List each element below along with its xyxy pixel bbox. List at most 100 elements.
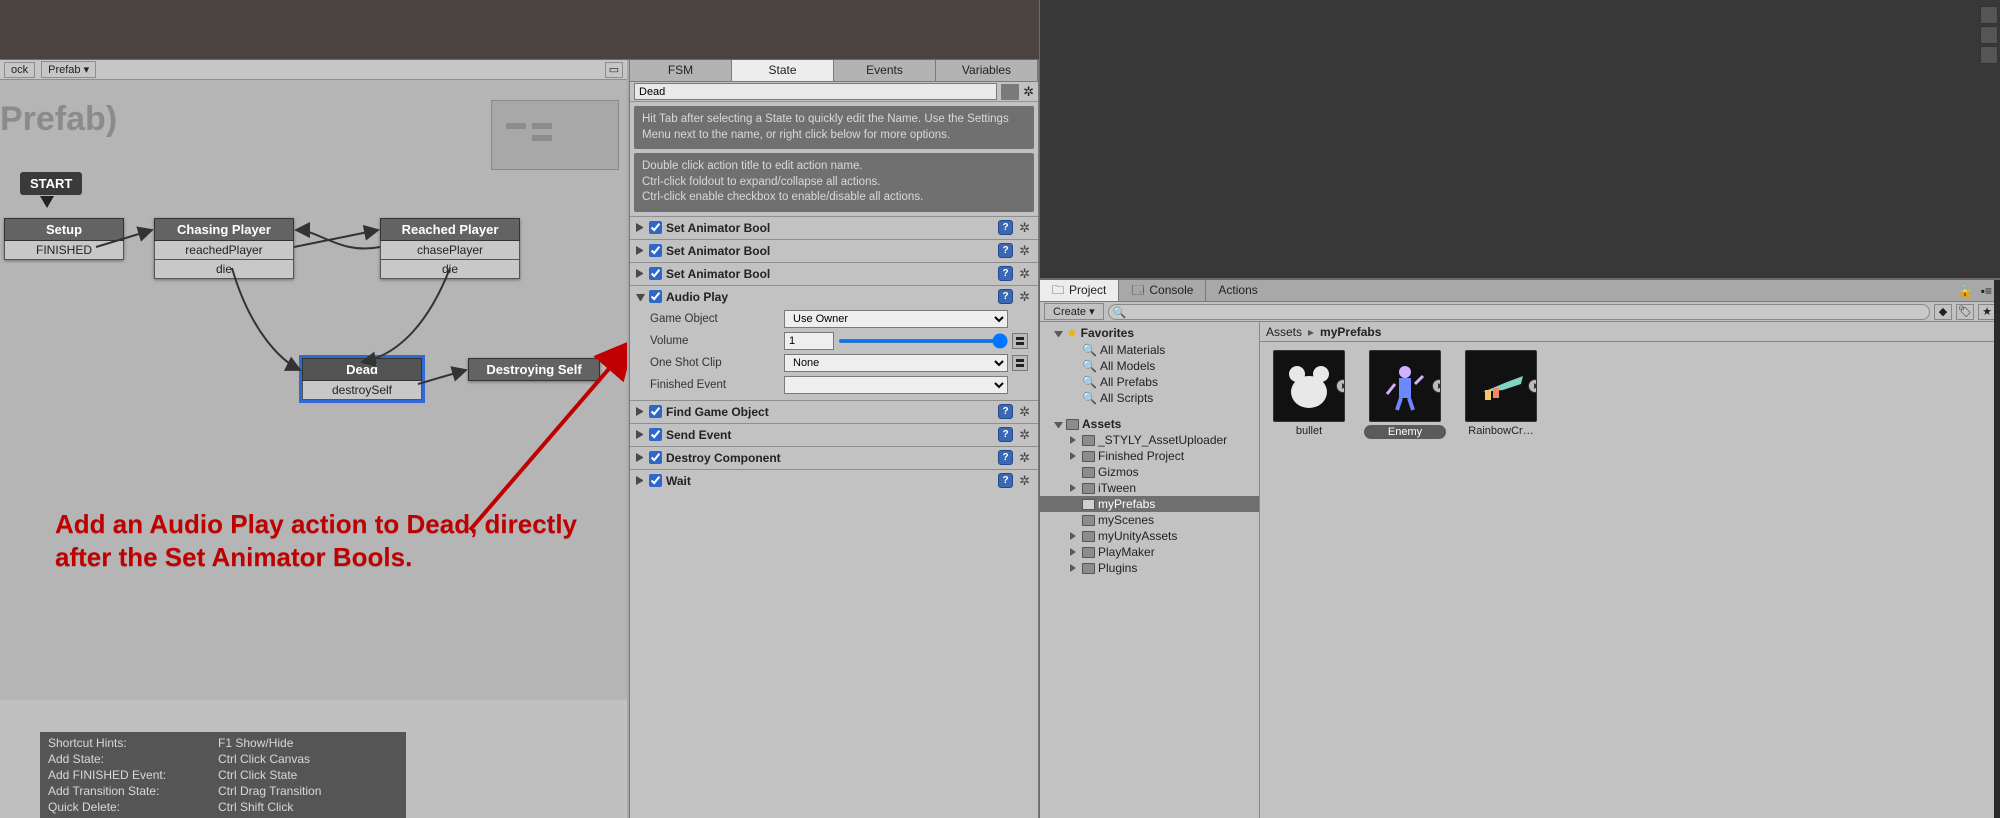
asset-thumbnail[interactable]: Enemy (1364, 350, 1446, 810)
fsm-canvas[interactable]: Prefab) START Setup FINISHED Chasing Pla… (0, 80, 627, 700)
start-node[interactable]: START (20, 172, 82, 195)
scene-tool-icon[interactable] (1980, 26, 1998, 44)
state-color-swatch[interactable] (1001, 84, 1019, 100)
panel-menu-icon[interactable]: ▪≡ (1977, 284, 1992, 298)
node-event[interactable]: destroySelf (302, 381, 422, 400)
tree-folder[interactable]: iTween (1040, 480, 1259, 496)
help-icon[interactable]: ? (998, 220, 1013, 235)
filter-by-type-icon[interactable]: ◆ (1934, 304, 1952, 320)
help-icon[interactable]: ? (998, 404, 1013, 419)
volume-slider[interactable] (838, 339, 1008, 343)
action-set-animator-bool[interactable]: Set Animator Bool ? ✲ (630, 239, 1038, 262)
help-icon[interactable]: ? (998, 427, 1013, 442)
tree-folder[interactable]: myUnityAssets (1040, 528, 1259, 544)
tree-folder[interactable]: myScenes (1040, 512, 1259, 528)
assets-header[interactable]: Assets (1040, 416, 1259, 432)
tree-folder[interactable]: _STYLY_AssetUploader (1040, 432, 1259, 448)
favorites-header[interactable]: ★ Favorites (1040, 324, 1259, 342)
tree-folder[interactable]: Gizmos (1040, 464, 1259, 480)
tree-folder[interactable]: Plugins (1040, 560, 1259, 576)
tab-fsm[interactable]: FSM (630, 60, 732, 81)
node-setup[interactable]: Setup FINISHED (4, 218, 124, 260)
gear-icon[interactable]: ✲ (1023, 84, 1034, 100)
var-toggle-icon[interactable]: 〓 (1012, 333, 1028, 349)
action-enable-checkbox[interactable] (649, 290, 662, 303)
node-event[interactable]: die (380, 260, 520, 279)
action-set-animator-bool[interactable]: Set Animator Bool ? ✲ (630, 262, 1038, 285)
breadcrumb[interactable]: Assets ▸ myPrefabs (1260, 322, 2000, 342)
graph-view-toggle-icon[interactable]: ▭ (605, 62, 623, 78)
game-object-dropdown[interactable]: Use Owner (784, 310, 1008, 328)
one-shot-clip-dropdown[interactable]: None (784, 354, 1008, 372)
foldout-icon[interactable] (636, 223, 645, 232)
help-icon[interactable]: ? (998, 266, 1013, 281)
help-icon[interactable]: ? (998, 289, 1013, 304)
project-search-input[interactable] (1108, 304, 1930, 320)
scene-tool-icon[interactable] (1980, 46, 1998, 64)
node-chasing-player[interactable]: Chasing Player reachedPlayer die (154, 218, 294, 279)
action-enable-checkbox[interactable] (649, 244, 662, 257)
prefab-dropdown[interactable]: Prefab ▾ (41, 61, 96, 78)
node-event[interactable]: chasePlayer (380, 241, 520, 260)
favorite-item[interactable]: 🔍All Scripts (1040, 390, 1259, 406)
node-destroying-self[interactable]: Destroying Self (468, 358, 600, 381)
breadcrumb-segment[interactable]: Assets (1266, 325, 1302, 339)
help-icon[interactable]: ? (998, 450, 1013, 465)
node-event[interactable]: reachedPlayer (154, 241, 294, 260)
tree-folder-myprefabs[interactable]: myPrefabs (1040, 496, 1259, 512)
foldout-icon[interactable] (636, 407, 645, 416)
gear-icon[interactable]: ✲ (1017, 243, 1032, 259)
var-toggle-icon[interactable]: 〓 (1012, 355, 1028, 371)
foldout-icon[interactable] (636, 453, 645, 462)
foldout-icon[interactable] (636, 430, 645, 439)
gear-icon[interactable]: ✲ (1017, 266, 1032, 282)
foldout-icon[interactable] (636, 269, 645, 278)
node-reached-player[interactable]: Reached Player chasePlayer die (380, 218, 520, 279)
tree-folder[interactable]: PlayMaker (1040, 544, 1259, 560)
action-enable-checkbox[interactable] (649, 451, 662, 464)
favorite-item[interactable]: 🔍All Materials (1040, 342, 1259, 358)
node-event[interactable]: die (154, 260, 294, 279)
volume-input[interactable] (784, 332, 834, 350)
minimap[interactable] (491, 100, 619, 170)
empty-scene-view[interactable] (1040, 0, 2000, 280)
scene-tool-icon[interactable] (1980, 6, 1998, 24)
asset-grid[interactable]: bullet Enemy Rainbow (1260, 342, 2000, 818)
lock-icon[interactable]: 🔒 (1958, 284, 1977, 298)
action-enable-checkbox[interactable] (649, 474, 662, 487)
action-destroy-component[interactable]: Destroy Component ? ✲ (630, 446, 1038, 469)
action-audio-play[interactable]: Audio Play ? ✲ Game Object Use Owner Vol… (630, 285, 1038, 400)
gear-icon[interactable]: ✲ (1017, 404, 1032, 420)
tree-folder[interactable]: Finished Project (1040, 448, 1259, 464)
foldout-icon[interactable] (636, 246, 645, 255)
action-send-event[interactable]: Send Event ? ✲ (630, 423, 1038, 446)
gear-icon[interactable]: ✲ (1017, 220, 1032, 236)
action-wait[interactable]: Wait ? ✲ (630, 469, 1038, 492)
tab-events[interactable]: Events (834, 60, 936, 81)
help-icon[interactable]: ? (998, 243, 1013, 258)
action-set-animator-bool[interactable]: Set Animator Bool ? ✲ (630, 216, 1038, 239)
gear-icon[interactable]: ✲ (1017, 427, 1032, 443)
asset-thumbnail[interactable]: RainbowCr… (1460, 350, 1542, 810)
breadcrumb-segment[interactable]: myPrefabs (1320, 325, 1381, 339)
help-icon[interactable]: ? (998, 473, 1013, 488)
action-enable-checkbox[interactable] (649, 405, 662, 418)
finished-event-dropdown[interactable] (784, 376, 1008, 394)
action-enable-checkbox[interactable] (649, 267, 662, 280)
project-tree[interactable]: ★ Favorites 🔍All Materials 🔍All Models 🔍… (1040, 322, 1260, 818)
gear-icon[interactable]: ✲ (1017, 289, 1032, 305)
create-dropdown[interactable]: Create ▾ (1044, 303, 1104, 320)
asset-thumbnail[interactable]: bullet (1268, 350, 1350, 810)
gear-icon[interactable]: ✲ (1017, 450, 1032, 466)
action-enable-checkbox[interactable] (649, 428, 662, 441)
tab-state[interactable]: State (732, 60, 834, 81)
filter-by-label-icon[interactable]: 🏷 (1956, 304, 1974, 320)
favorite-item[interactable]: 🔍All Prefabs (1040, 374, 1259, 390)
node-dead[interactable]: Dead destroySelf (302, 358, 422, 400)
state-name-input[interactable] (634, 83, 997, 100)
action-enable-checkbox[interactable] (649, 221, 662, 234)
tab-actions[interactable]: Actions (1206, 280, 1269, 301)
foldout-icon[interactable] (636, 476, 645, 485)
favorite-item[interactable]: 🔍All Models (1040, 358, 1259, 374)
tab-variables[interactable]: Variables (936, 60, 1038, 81)
